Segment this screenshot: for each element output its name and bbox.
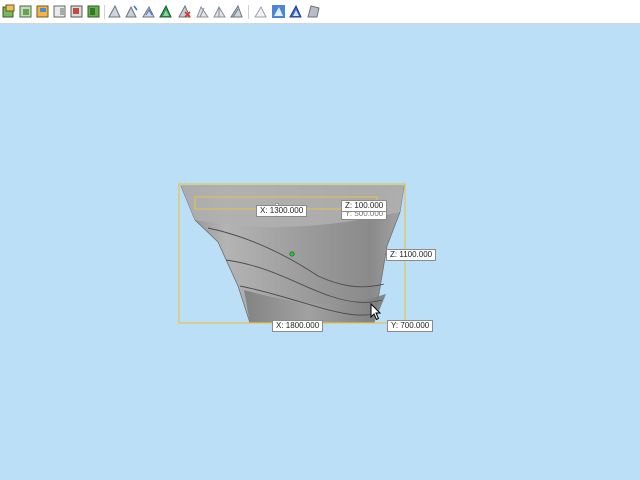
view-back-icon[interactable]	[69, 4, 84, 19]
view-top-icon[interactable]	[35, 4, 50, 19]
smoove-icon[interactable]	[306, 4, 321, 19]
offset-icon[interactable]	[141, 4, 156, 19]
view-iso-icon[interactable]	[1, 4, 16, 19]
model-viewport[interactable]: Y: 500.000 Z: 100.000 X: 1300.000 Z: 110…	[0, 24, 640, 480]
intersect-icon[interactable]	[158, 4, 173, 19]
x-top-dimension-label[interactable]: X: 1300.000	[256, 205, 308, 217]
outer-shell-icon[interactable]	[253, 4, 268, 19]
y-dimension-label[interactable]: Y: 700.000	[387, 320, 434, 332]
toolbar	[0, 0, 640, 24]
scene-canvas[interactable]	[0, 24, 640, 480]
trim-icon[interactable]	[195, 4, 210, 19]
sandbox-contours-icon[interactable]	[271, 4, 286, 19]
union-icon[interactable]	[229, 4, 244, 19]
toolbar-separator	[248, 5, 249, 19]
view-front-icon[interactable]	[18, 4, 33, 19]
mouse-pointer-icon	[370, 302, 382, 321]
subtract-icon[interactable]	[177, 4, 192, 19]
push-pull-icon[interactable]	[107, 4, 122, 19]
sandbox-scratch-icon[interactable]	[288, 4, 303, 19]
center-point[interactable]	[289, 251, 295, 257]
z-dimension-label[interactable]: Z: 100.000	[341, 200, 388, 212]
follow-me-icon[interactable]	[124, 4, 139, 19]
toolbar-separator	[104, 5, 105, 19]
view-right-icon[interactable]	[52, 4, 67, 19]
split-icon[interactable]	[212, 4, 227, 19]
view-left-icon[interactable]	[86, 4, 101, 19]
z-right-dimension-label[interactable]: Z: 1100.000	[386, 249, 437, 261]
x-bottom-dimension-label[interactable]: X: 1800.000	[272, 320, 324, 332]
